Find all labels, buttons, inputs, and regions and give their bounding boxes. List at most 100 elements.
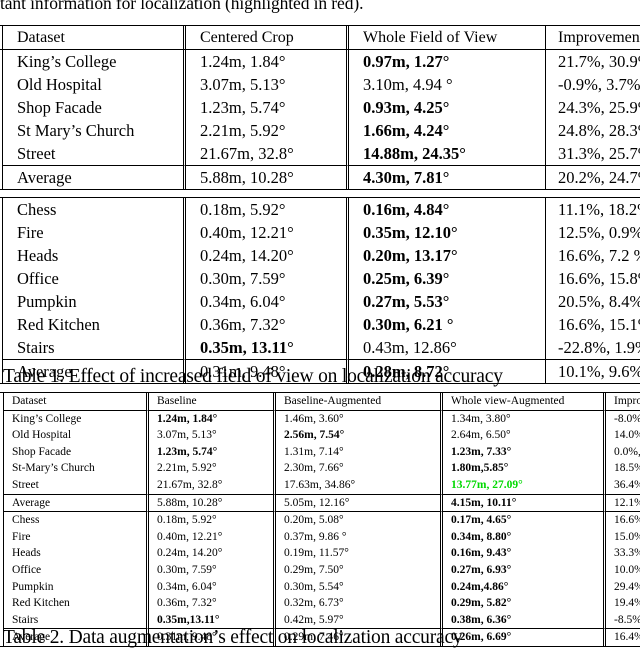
cell-dataset: Pumpkin — [3, 578, 146, 596]
cell-dataset: Shop Facade — [2, 96, 183, 119]
cell-baseline: 0.24m, 14.20° — [146, 545, 273, 562]
cell-whole: 1.66m, 4.24° — [346, 119, 545, 142]
cell-improvement: 18.5%, 1.1% — [603, 460, 640, 477]
cell-whole-aug: 1.23m, 7.33° — [440, 443, 603, 461]
col-header-improvement: Improvement (Column 2&4) — [603, 393, 640, 410]
col-header-dataset: Dataset — [2, 26, 183, 49]
cell-whole-aug: 0.38m, 6.36° — [440, 611, 603, 629]
table-row: King’s College 1.24m, 1.84° 1.46m, 3.60°… — [3, 409, 640, 428]
table-row: Shop Facade 1.23m, 5.74° 0.93m, 4.25° 24… — [2, 96, 640, 119]
cell-dataset: Heads — [2, 244, 183, 267]
cell-whole: 0.25m, 6.39° — [346, 267, 545, 290]
col-header-baseline: Baseline — [146, 393, 273, 410]
cell-baseline: 0.18m, 5.92° — [146, 511, 273, 529]
table-1-lower-section: Chess 0.18m, 5.92° 0.16m, 4.84° 11.1%, 1… — [0, 197, 640, 384]
cell-dataset: Fire — [3, 528, 146, 546]
cell-whole: 0.93m, 4.25° — [346, 96, 545, 119]
table-row: Pumpkin 0.34m, 6.04° 0.30m, 5.54° 0.24m,… — [3, 578, 640, 596]
cell-dataset: Heads — [3, 545, 146, 562]
cell-whole: 0.30m, 6.21 ° — [346, 313, 545, 336]
cell-dataset: Street — [2, 142, 183, 165]
table-row: Fire 0.40m, 12.21° 0.37m, 9.86 ° 0.34m, … — [3, 528, 640, 546]
cell-improvement: 0.0%, -27.7% — [603, 443, 640, 461]
cell-centered: 0.34m, 6.04° — [183, 290, 346, 313]
cell-dataset: Average — [3, 493, 146, 512]
cell-improvement: 20.5%, 8.4% — [545, 290, 640, 313]
col-header-dataset: Dataset — [3, 393, 146, 410]
col-header-baseline-aug: Baseline-Augmented — [273, 393, 440, 410]
cell-baseline: 2.21m, 5.92° — [146, 460, 273, 477]
cell-improvement: 16.6%, 21.4% — [603, 511, 640, 529]
cell-baseline: 0.40m, 12.21° — [146, 528, 273, 546]
cell-whole-aug: 2.64m, 6.50° — [440, 427, 603, 444]
cell-baseline: 0.30m, 7.59° — [146, 561, 273, 579]
table-row: King’s College 1.24m, 1.84° 0.97m, 1.27°… — [2, 50, 640, 73]
cell-centered: 1.24m, 1.84° — [183, 50, 346, 73]
cell-baseline: 5.88m, 10.28° — [146, 493, 273, 512]
table-row: Red Kitchen 0.36m, 7.32° 0.32m, 6.73° 0.… — [3, 595, 640, 612]
table-1-section-gap — [0, 190, 640, 197]
cell-centered: 0.24m, 14.20° — [183, 244, 346, 267]
cell-dataset: Office — [3, 561, 146, 579]
cell-dataset: King’s College — [3, 409, 146, 428]
table-1: Dataset Centered Crop Whole Field of Vie… — [0, 25, 640, 384]
col-header-whole-aug: Whole view-Augmented — [440, 393, 603, 410]
table-row: Chess 0.18m, 5.92° 0.16m, 4.84° 11.1%, 1… — [2, 198, 640, 221]
table-row-average: Average 5.88m, 10.28° 5.05m, 12.16° 4.15… — [3, 493, 640, 512]
cell-improvement: 19.4%, 20.4% — [603, 595, 640, 612]
cell-improvement: -0.9%, 3.7% — [545, 73, 640, 96]
cell-improvement: 29.4%, 19.5% — [603, 578, 640, 596]
cell-whole-aug: 1.34m, 3.80° — [440, 409, 603, 428]
table-row: St Mary’s Church 2.21m, 5.92° 1.66m, 4.2… — [2, 119, 640, 142]
cell-improvement: 15.0%, 27.9% — [603, 528, 640, 546]
cell-whole: 4.30m, 7.81° — [346, 165, 545, 189]
table-1-lower-rows: Chess 0.18m, 5.92° 0.16m, 4.84° 11.1%, 1… — [2, 198, 640, 383]
table-row: Heads 0.24m, 14.20° 0.20m, 13.17° 16.6%,… — [2, 244, 640, 267]
cell-improvement: 20.2%, 24.7% — [545, 165, 640, 189]
cell-centered: 0.40m, 12.21° — [183, 221, 346, 244]
cell-whole: 0.20m, 13.17° — [346, 244, 545, 267]
cell-baseline-aug: 0.19m, 11.57° — [273, 545, 440, 562]
cell-whole: 0.97m, 1.27° — [346, 50, 545, 73]
cell-improvement: 10.0%, 8.6% — [603, 561, 640, 579]
table-2-caption: Table 2. Data augmentation’s effect on l… — [3, 627, 463, 648]
cell-centered: 0.35m, 13.11° — [183, 336, 346, 359]
cell-dataset: Chess — [2, 198, 183, 221]
cell-centered: 3.07m, 5.13° — [183, 73, 346, 96]
table-2: Dataset Baseline Baseline-Augmented Whol… — [0, 392, 640, 647]
cell-dataset: Pumpkin — [2, 290, 183, 313]
table-row: Stairs 0.35m,13.11° 0.42m, 5.97° 0.38m, … — [3, 611, 640, 629]
running-body-text: tant information for localization (highl… — [0, 0, 364, 13]
table-row: Heads 0.24m, 14.20° 0.19m, 11.57° 0.16m,… — [3, 545, 640, 562]
cell-improvement: 14.0%, -26.7% — [603, 427, 640, 444]
table-row: Old Hospital 3.07m, 5.13° 2.56m, 7.54° 2… — [3, 427, 640, 444]
table-row-average: Average 5.88m, 10.28° 4.30m, 7.81° 20.2%… — [2, 165, 640, 189]
cell-baseline: 1.24m, 1.84° — [146, 409, 273, 428]
cell-baseline-aug: 2.56m, 7.54° — [273, 427, 440, 444]
cell-baseline-aug: 1.31m, 7.14° — [273, 443, 440, 461]
cell-whole-aug: 0.16m, 9.43° — [440, 545, 603, 562]
cell-improvement: 24.3%, 25.9% — [545, 96, 640, 119]
cell-baseline-aug: 1.46m, 3.60° — [273, 409, 440, 428]
cell-dataset: Street — [3, 476, 146, 494]
cell-improvement: 16.6%, 7.2 % — [545, 244, 640, 267]
cell-dataset: Office — [2, 267, 183, 290]
table-1-upper-rows: King’s College 1.24m, 1.84° 0.97m, 1.27°… — [2, 50, 640, 189]
cell-centered: 21.67m, 32.8° — [183, 142, 346, 165]
cell-improvement: 12.1%, -27.1% — [603, 493, 640, 512]
cell-whole-aug-highlighted: 13.77m, 27.09° — [440, 476, 603, 494]
cell-dataset: St-Mary’s Church — [3, 460, 146, 477]
table-row: Pumpkin 0.34m, 6.04° 0.27m, 5.53° 20.5%,… — [2, 290, 640, 313]
table-1-upper: Dataset Centered Crop Whole Field of Vie… — [2, 26, 640, 49]
cell-improvement: 24.8%, 28.3% — [545, 119, 640, 142]
cell-dataset: Chess — [3, 511, 146, 529]
cell-whole: 14.88m, 24.35° — [346, 142, 545, 165]
cell-centered: 0.36m, 7.32° — [183, 313, 346, 336]
cell-improvement: 33.3%, 33.5% — [603, 545, 640, 562]
cell-whole: 0.27m, 5.53° — [346, 290, 545, 313]
table-row: Red Kitchen 0.36m, 7.32° 0.30m, 6.21 ° 1… — [2, 313, 640, 336]
cell-whole-aug: 0.34m, 8.80° — [440, 528, 603, 546]
cell-centered: 0.30m, 7.59° — [183, 267, 346, 290]
cell-baseline: 0.35m,13.11° — [146, 611, 273, 629]
cell-improvement: -22.8%, 1.9% — [545, 336, 640, 359]
